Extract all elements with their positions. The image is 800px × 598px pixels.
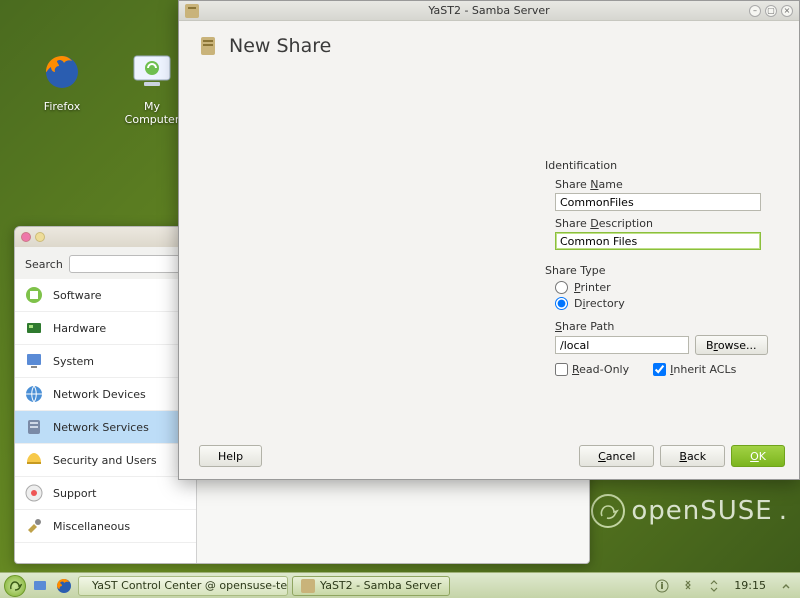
support-icon [23, 482, 45, 504]
sidebar-item-miscellaneous[interactable]: Miscellaneous [15, 510, 196, 543]
taskbar-task-yast2-samba[interactable]: YaST2 - Samba Server [292, 576, 450, 596]
security-icon [23, 449, 45, 471]
sidebar-item-label: Network Devices [53, 388, 146, 401]
share-description-input[interactable] [555, 232, 761, 250]
sidebar-item-software[interactable]: Software [15, 279, 196, 312]
browse-button[interactable]: Browse... [695, 335, 768, 355]
new-share-icon [197, 35, 219, 57]
directory-radio-row[interactable]: Directory [555, 297, 777, 310]
readonly-checkbox-row[interactable]: Read-Only [555, 363, 629, 376]
taskbar-showdesktop-icon[interactable] [30, 576, 50, 596]
sidebar-item-support[interactable]: Support [15, 477, 196, 510]
network-services-icon [23, 416, 45, 438]
dialog-title: YaST2 - Samba Server [428, 4, 549, 17]
sidebar-item-label: Software [53, 289, 102, 302]
new-share-form: Identification Share Name Share Descript… [545, 159, 777, 376]
yast-icon [301, 579, 315, 593]
printer-radio-row[interactable]: Printer [555, 281, 777, 294]
sidebar-item-hardware[interactable]: Hardware [15, 312, 196, 345]
sidebar-item-label: Hardware [53, 322, 106, 335]
category-sidebar: Software Hardware System Network Devices… [15, 279, 197, 564]
opensuse-brand: openSUSE. [591, 494, 788, 528]
printer-radio[interactable] [555, 281, 568, 294]
share-path-label: Share Path [555, 320, 777, 333]
close-icon[interactable] [21, 232, 31, 242]
tray-info-icon[interactable] [652, 576, 672, 596]
sidebar-item-label: System [53, 355, 94, 368]
share-path-input[interactable] [555, 336, 689, 354]
back-button[interactable]: Back [660, 445, 725, 467]
sidebar-item-label: Miscellaneous [53, 520, 130, 533]
inherit-acls-label: Inherit ACLs [670, 363, 736, 376]
help-button[interactable]: Help [199, 445, 262, 467]
tray-expand-icon[interactable] [704, 576, 724, 596]
printer-radio-label: Printer [574, 281, 611, 294]
system-tray: 19:15 [652, 576, 796, 596]
system-icon [23, 350, 45, 372]
new-share-dialog: YaST2 - Samba Server – ▢ × New Share Ide… [178, 0, 800, 480]
taskbar-task-yast-cc[interactable]: YaST Control Center @ opensuse-test [78, 576, 288, 596]
start-button[interactable] [4, 575, 26, 597]
desktop-icon-area: Firefox My Computer [30, 48, 184, 126]
sidebar-item-system[interactable]: System [15, 345, 196, 378]
dialog-footer: Help Cancel Back OK [193, 445, 785, 467]
desktop-icon-mycomputer[interactable]: My Computer [120, 48, 184, 126]
hardware-icon [23, 317, 45, 339]
dialog-titlebar[interactable]: YaST2 - Samba Server – ▢ × [179, 1, 799, 21]
sidebar-item-security[interactable]: Security and Users [15, 444, 196, 477]
tray-chevron-icon[interactable] [776, 576, 796, 596]
task-label: YaST Control Center @ opensuse-test [92, 579, 288, 592]
minimize-button[interactable]: – [749, 5, 761, 17]
sidebar-item-network-devices[interactable]: Network Devices [15, 378, 196, 411]
close-button[interactable]: × [781, 5, 793, 17]
tray-clipboard-icon[interactable] [678, 576, 698, 596]
misc-icon [23, 515, 45, 537]
firefox-icon [38, 48, 86, 96]
taskbar-clock[interactable]: 19:15 [730, 579, 770, 592]
brand-text: openSUSE [631, 496, 772, 526]
network-devices-icon [23, 383, 45, 405]
task-label: YaST2 - Samba Server [320, 579, 441, 592]
sidebar-item-label: Security and Users [53, 454, 157, 467]
gecko-icon [591, 494, 625, 528]
share-type-label: Share Type [545, 264, 777, 277]
sidebar-item-label: Support [53, 487, 96, 500]
share-description-label: Share Description [555, 217, 777, 230]
dialog-heading: New Share [229, 35, 331, 57]
identification-label: Identification [545, 159, 777, 172]
software-icon [23, 284, 45, 306]
directory-radio-label: Directory [574, 297, 625, 310]
inherit-acls-checkbox-row[interactable]: Inherit ACLs [653, 363, 736, 376]
sidebar-item-network-services[interactable]: Network Services [15, 411, 196, 444]
yast-icon [185, 4, 199, 18]
computer-icon [128, 48, 176, 96]
maximize-button[interactable]: ▢ [765, 5, 777, 17]
readonly-checkbox[interactable] [555, 363, 568, 376]
search-label: Search [25, 258, 63, 271]
taskbar-firefox-icon[interactable] [54, 576, 74, 596]
ok-button[interactable]: OK [731, 445, 785, 467]
desktop-icon-label: Firefox [44, 100, 80, 113]
readonly-label: Read-Only [572, 363, 629, 376]
directory-radio[interactable] [555, 297, 568, 310]
taskbar: YaST Control Center @ opensuse-test YaST… [0, 572, 800, 598]
inherit-acls-checkbox[interactable] [653, 363, 666, 376]
cancel-button[interactable]: Cancel [579, 445, 654, 467]
share-name-input[interactable] [555, 193, 761, 211]
share-name-label: Share Name [555, 178, 777, 191]
sidebar-item-label: Network Services [53, 421, 149, 434]
minimize-icon[interactable] [35, 232, 45, 242]
desktop-icon-label: My Computer [120, 100, 184, 126]
desktop-icon-firefox[interactable]: Firefox [30, 48, 94, 126]
